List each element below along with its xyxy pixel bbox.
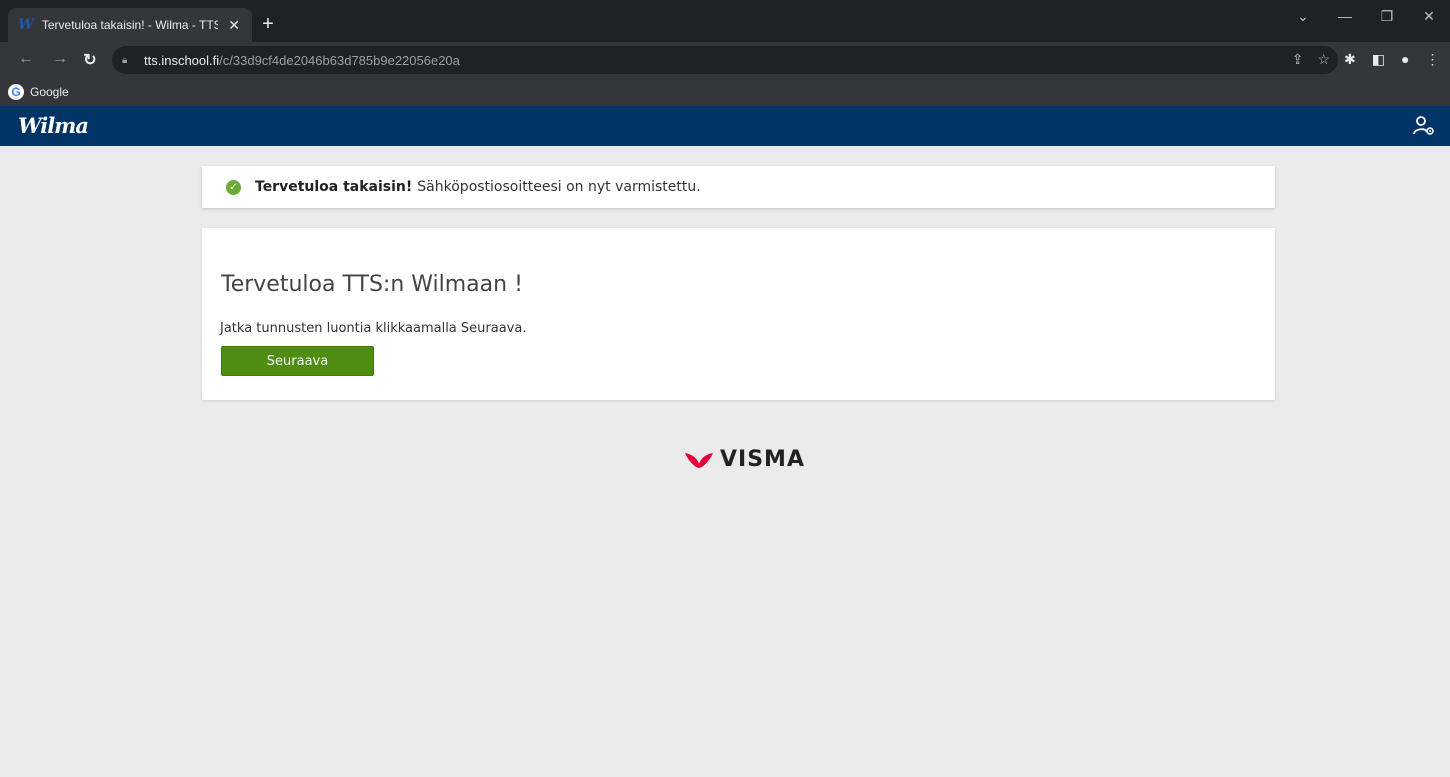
page-title: Tervetuloa TTS:n Wilmaan ! — [221, 272, 523, 297]
visma-mark-icon — [685, 452, 713, 468]
close-window-icon[interactable]: ✕ — [1408, 8, 1450, 25]
next-button[interactable]: Seuraava — [221, 346, 374, 376]
google-icon: G — [8, 84, 24, 100]
tab-search-icon[interactable]: ⌄ — [1282, 8, 1324, 25]
welcome-card: Tervetuloa TTS:n Wilmaan ! Jatka tunnust… — [202, 228, 1275, 400]
profile-icon[interactable]: ● — [1401, 51, 1409, 68]
wilma-header: Wilma — [0, 106, 1450, 146]
browser-tab[interactable]: W Tervetuloa takaisin! - Wilma - TTS ✕ — [8, 8, 252, 42]
check-circle-icon: ✓ — [226, 179, 241, 195]
share-icon[interactable]: ⇪ — [1292, 51, 1304, 68]
wilma-favicon-icon: W — [18, 17, 34, 33]
back-icon[interactable]: ← — [16, 50, 36, 68]
extensions-icon[interactable]: ✱ — [1344, 51, 1356, 68]
lock-icon[interactable]: 🔒︎ — [122, 55, 134, 66]
side-panel-icon[interactable]: ◧ — [1372, 51, 1385, 68]
instruction-text: Jatka tunnusten luontia klikkaamalla Seu… — [220, 321, 527, 336]
star-icon[interactable]: ☆ — [1317, 51, 1330, 68]
wilma-logo[interactable]: Wilma — [18, 113, 89, 138]
success-alert: ✓ Tervetuloa takaisin! Sähköpostiosoitte… — [202, 166, 1275, 208]
forward-icon[interactable]: → — [50, 50, 70, 68]
url-text: tts.inschool.fi/c/33d9cf4de2046b63d785b9… — [144, 52, 460, 68]
address-bar[interactable]: 🔒︎ tts.inschool.fi/c/33d9cf4de2046b63d78… — [112, 46, 1338, 74]
alert-message: Sähköpostiosoitteesi on nyt varmistettu. — [417, 179, 701, 195]
new-tab-icon[interactable]: + — [258, 13, 278, 36]
visma-logo: VISMA — [684, 447, 805, 472]
menu-icon[interactable]: ⋮ — [1425, 51, 1439, 68]
window-controls: ⌄ — ❐ ✕ — [1282, 8, 1450, 25]
browser-tabstrip: W Tervetuloa takaisin! - Wilma - TTS ✕ +… — [0, 0, 1450, 42]
tab-close-icon[interactable]: ✕ — [226, 17, 242, 34]
alert-title: Tervetuloa takaisin! — [255, 179, 413, 195]
restore-icon[interactable]: ❐ — [1366, 8, 1408, 25]
bookmark-google[interactable]: Google — [30, 85, 69, 99]
browser-toolbar: ← → ↻ 🔒︎ tts.inschool.fi/c/33d9cf4de2046… — [0, 42, 1450, 78]
minimize-icon[interactable]: — — [1324, 8, 1366, 25]
user-settings-icon[interactable] — [1412, 114, 1436, 144]
bookmarks-bar: G Google — [0, 78, 1450, 106]
reload-icon[interactable]: ↻ — [80, 50, 100, 70]
visma-wordmark: VISMA — [720, 447, 805, 472]
tab-title: Tervetuloa takaisin! - Wilma - TTS — [41, 18, 219, 32]
